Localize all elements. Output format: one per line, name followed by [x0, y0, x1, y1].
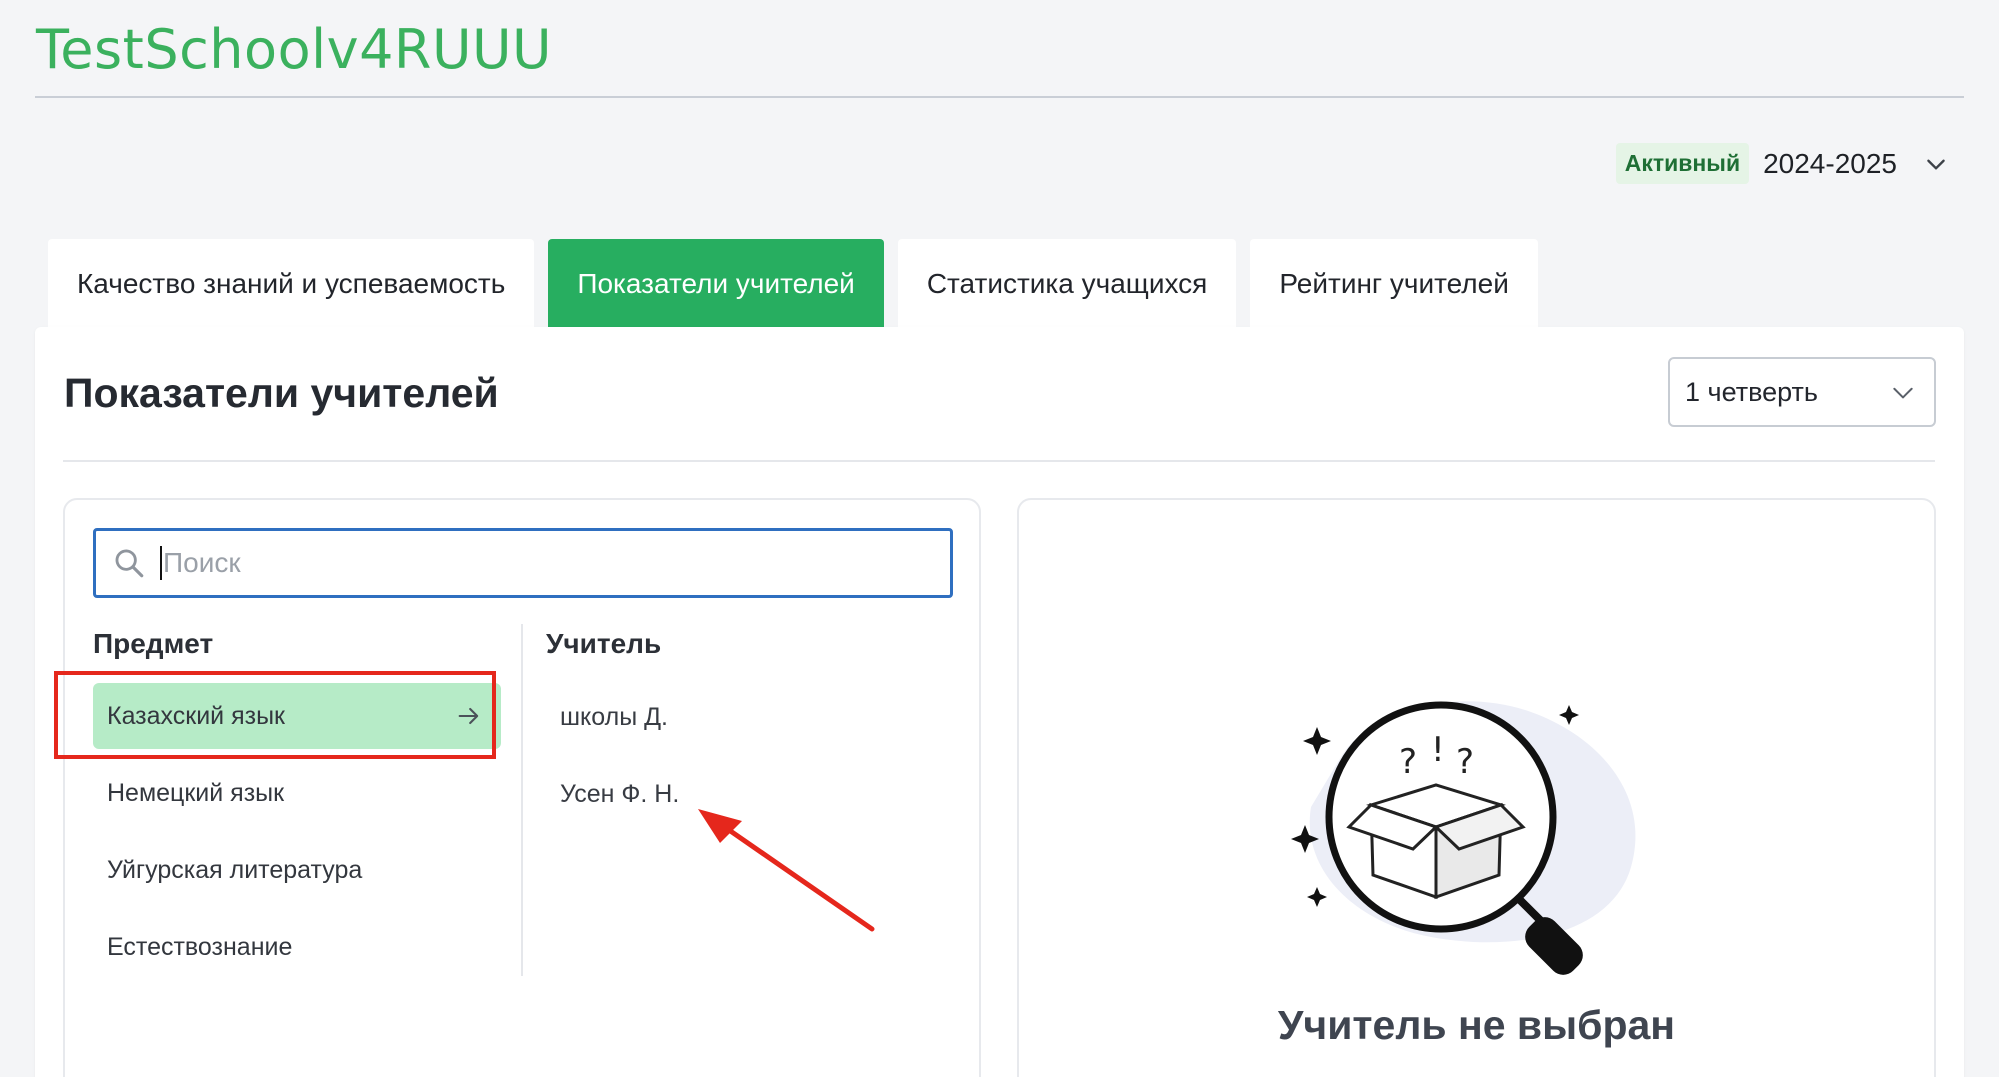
- academic-year-selector[interactable]: Активный 2024-2025: [1615, 143, 1949, 184]
- teacher-details-card: ? ! ? Учитель не выбран: [1017, 498, 1936, 1077]
- subject-item-uyghur-literature[interactable]: Уйгурская литература: [93, 837, 501, 903]
- search-icon: [115, 549, 144, 578]
- subject-item-german[interactable]: Немецкий язык: [93, 760, 501, 826]
- svg-text:?: ?: [1399, 742, 1417, 782]
- panel-divider: [63, 460, 1935, 462]
- filter-card: Предмет Учитель Казахский язык Немецкий …: [63, 498, 981, 1077]
- search-field[interactable]: [93, 528, 953, 598]
- tab-knowledge-quality[interactable]: Качество знаний и успеваемость: [48, 239, 535, 329]
- report-tabs: Качество знаний и успеваемость Показател…: [48, 239, 1538, 329]
- svg-text:!: !: [1431, 730, 1445, 770]
- subject-item-kazakh[interactable]: Казахский язык: [93, 683, 501, 749]
- tab-student-statistics[interactable]: Статистика учащихся: [897, 239, 1237, 329]
- tab-teacher-indicators[interactable]: Показатели учителей: [548, 239, 884, 329]
- chevron-down-icon[interactable]: [1923, 151, 1949, 177]
- teacher-indicators-panel: Показатели учителей 1 четверть Предмет У…: [35, 327, 1964, 1077]
- arrow-right-icon: [458, 707, 479, 725]
- subject-item-natural-science[interactable]: Естествознание: [93, 914, 501, 980]
- academic-year-value: 2024-2025: [1763, 147, 1897, 179]
- year-status-badge: Активный: [1615, 143, 1750, 184]
- teacher-column-header: Учитель: [546, 628, 662, 659]
- quarter-select-value: 1 четверть: [1685, 376, 1818, 407]
- subject-item-label: Казахский язык: [107, 701, 285, 730]
- title-divider: [35, 96, 1964, 98]
- quarter-select[interactable]: 1 четверть: [1668, 357, 1936, 427]
- chevron-down-icon: [1893, 387, 1913, 399]
- svg-text:?: ?: [1456, 742, 1474, 782]
- subject-item-label: Уйгурская литература: [107, 855, 363, 884]
- subject-item-label: Естествознание: [107, 932, 293, 961]
- column-divider: [521, 624, 523, 976]
- annotation-arrow-icon: [698, 809, 875, 932]
- subject-item-label: Немецкий язык: [107, 778, 285, 807]
- page-title: Показатели учителей: [64, 370, 499, 416]
- school-title: TestSchoolv4RUUU: [36, 18, 553, 81]
- magnifier-box-icon: ? ! ?: [1291, 701, 1636, 975]
- subject-column-header: Предмет: [93, 628, 214, 659]
- teacher-item[interactable]: Усен Ф. Н.: [560, 780, 679, 809]
- search-input[interactable]: [163, 547, 863, 579]
- empty-state-message: Учитель не выбран: [1277, 1002, 1676, 1048]
- teacher-item[interactable]: школы Д.: [560, 703, 668, 732]
- text-caret: [160, 546, 162, 580]
- tab-teacher-rating[interactable]: Рейтинг учителей: [1250, 239, 1538, 329]
